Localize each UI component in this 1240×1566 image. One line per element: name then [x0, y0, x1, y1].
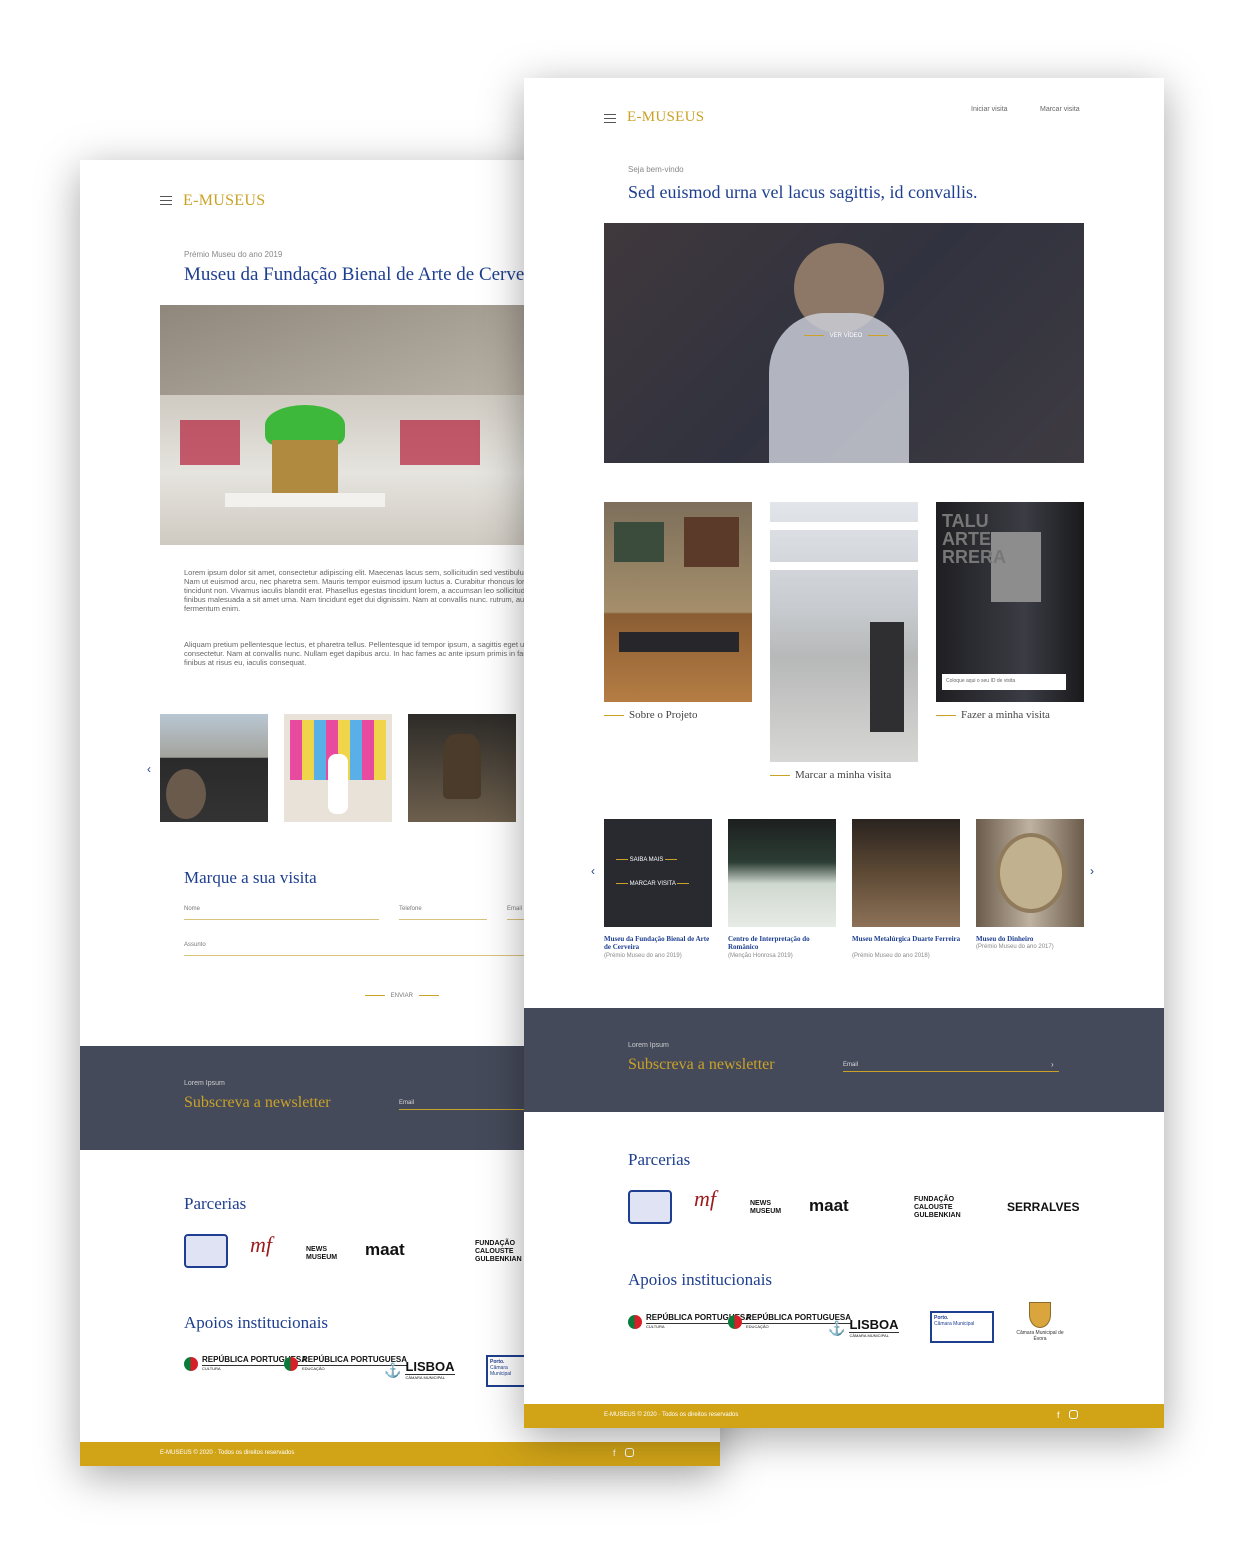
newsletter-kicker: Lorem Ipsum: [184, 1080, 225, 1087]
facebook-icon[interactable]: f: [613, 1448, 616, 1458]
museum-card-image[interactable]: [852, 819, 960, 927]
gulbenkian-logo: FUNDAÇÃO CALOUSTE GULBENKIAN: [475, 1240, 522, 1263]
maat-logo: maat: [809, 1196, 849, 1215]
news-museum-logo: NEWS MUSEUM: [750, 1200, 782, 1215]
footer: E-MUSEUS © 2020 · Todos os direitos rese…: [524, 1404, 1164, 1428]
support-title: Apoios institucionais: [184, 1313, 329, 1332]
gallery-image[interactable]: [160, 714, 268, 822]
instagram-icon[interactable]: [1069, 1410, 1078, 1419]
support-title: Apoios institucionais: [628, 1270, 773, 1289]
museum-card-image[interactable]: [728, 819, 836, 927]
phone-field[interactable]: Telefone: [399, 906, 487, 920]
arrow-right-icon[interactable]: ›: [1051, 1060, 1054, 1069]
logo[interactable]: E-MUSEUS: [627, 109, 704, 126]
eye-logo: [628, 1190, 672, 1224]
copyright: E-MUSEUS © 2020 · Todos os direitos rese…: [160, 1450, 295, 1456]
marcar-visita-button[interactable]: MARCAR VISITA: [616, 881, 690, 887]
museum-card-award: (Menção Honrosa 2019): [728, 953, 793, 959]
pharmacy-museum-logo: mf: [694, 1186, 716, 1211]
play-video-button[interactable]: VER VÍDEO: [804, 333, 889, 339]
tile-caption-book[interactable]: Marcar a minha visita: [770, 769, 891, 781]
nav-start-visit[interactable]: Iniciar visita: [971, 106, 1008, 113]
menu-icon[interactable]: [160, 196, 172, 206]
museum-card-title[interactable]: Centro de Interpretação do Românico: [728, 935, 838, 951]
chevron-left-icon[interactable]: ‹: [591, 864, 595, 878]
museum-card-award: (Prémio Museu do ano 2019): [604, 953, 682, 959]
instagram-icon[interactable]: [625, 1448, 634, 1457]
welcome-label: Seja bem-vindo: [628, 165, 684, 174]
footer: E-MUSEUS © 2020 · Todos os direitos rese…: [80, 1442, 720, 1466]
tile-image-visit[interactable]: TALU ARTE RRERA: [936, 502, 1084, 702]
tile-caption-project[interactable]: Sobre o Projeto: [604, 709, 697, 721]
evora-logo: Câmara Municipal de Évora: [1012, 1302, 1068, 1342]
chevron-left-icon[interactable]: ‹: [147, 762, 151, 776]
facebook-icon[interactable]: f: [1057, 1410, 1060, 1420]
newsletter-title: Subscreva a newsletter: [184, 1094, 331, 1111]
museum-card-image[interactable]: [976, 819, 1084, 927]
gallery-image[interactable]: [284, 714, 392, 822]
porto-logo: Porto. Câmara Municipal: [930, 1311, 994, 1343]
visit-id-input[interactable]: Coloque aqui o seu ID de visita: [942, 674, 1066, 690]
home-page: E-MUSEUS Iniciar visita Marcar visita Se…: [524, 78, 1164, 1428]
award-label: Prémio Museu do ano 2019: [184, 250, 283, 259]
newsletter-email-input[interactable]: Email: [843, 1062, 1059, 1072]
gulbenkian-logo: FUNDAÇÃO CALOUSTE GULBENKIAN: [914, 1196, 961, 1219]
newsletter-title: Subscreva a newsletter: [628, 1056, 775, 1073]
menu-icon[interactable]: [604, 114, 616, 124]
nav-book-visit[interactable]: Marcar visita: [1040, 106, 1080, 113]
museum-card-award: (Prémio Museu do ano 2017): [976, 944, 1054, 950]
partners-title: Parcerias: [628, 1150, 691, 1169]
send-label: ENVIAR: [390, 993, 414, 999]
serralves-logo: SERRALVES: [1007, 1200, 1080, 1214]
news-museum-logo: NEWS MUSEUM: [306, 1246, 338, 1261]
museum-card-title[interactable]: Museu do Dinheiro: [976, 935, 1086, 943]
send-button[interactable]: ENVIAR: [365, 993, 439, 999]
lisboa-logo: ⚓ LISBOA CÂMARA MUNICIPAL: [828, 1317, 899, 1338]
chevron-right-icon[interactable]: ›: [1090, 864, 1094, 878]
copyright: E-MUSEUS © 2020 · Todos os direitos rese…: [604, 1412, 739, 1418]
maat-logo: maat: [365, 1240, 405, 1259]
gallery-image[interactable]: [408, 714, 516, 822]
saiba-mais-button[interactable]: SAIBA MAIS: [616, 857, 678, 863]
tile-image-book[interactable]: [770, 502, 918, 762]
lisboa-logo: ⚓ LISBOA CÂMARA MUNICIPAL: [384, 1359, 455, 1380]
headline: Sed euismod urna vel lacus sagittis, id …: [628, 182, 978, 202]
museum-card-title[interactable]: Museu Metalúrgica Duarte Ferreira: [852, 935, 962, 943]
marcar-visita-label: MARCAR VISITA: [629, 881, 676, 887]
museum-card-image[interactable]: SAIBA MAIS MARCAR VISITA: [604, 819, 712, 927]
page-title: Museu da Fundação Bienal de Arte de Cerv…: [184, 264, 545, 285]
pharmacy-museum-logo: mf: [250, 1232, 272, 1257]
tile-caption-visit[interactable]: Fazer a minha visita: [936, 709, 1050, 721]
saiba-mais-label: SAIBA MAIS: [629, 857, 664, 863]
museum-card-title[interactable]: Museu da Fundação Bienal de Arte de Cerv…: [604, 935, 714, 951]
porto-logo: Porto. Câmara Municipal: [486, 1355, 526, 1387]
eye-logo: [184, 1234, 228, 1268]
newsletter-kicker: Lorem Ipsum: [628, 1042, 669, 1049]
tile-image-project[interactable]: [604, 502, 752, 702]
newsletter-band: Lorem Ipsum Subscreva a newsletter Email…: [524, 1008, 1164, 1112]
form-title: Marque a sua visita: [184, 868, 317, 887]
logo[interactable]: E-MUSEUS: [183, 192, 265, 210]
partners-title: Parcerias: [184, 1194, 247, 1213]
video-label: VER VÍDEO: [829, 333, 863, 339]
museum-card-award: (Prémio Museu do ano 2018): [852, 953, 930, 959]
video-thumbnail[interactable]: VER VÍDEO: [604, 223, 1084, 463]
name-field[interactable]: Nome: [184, 906, 379, 920]
